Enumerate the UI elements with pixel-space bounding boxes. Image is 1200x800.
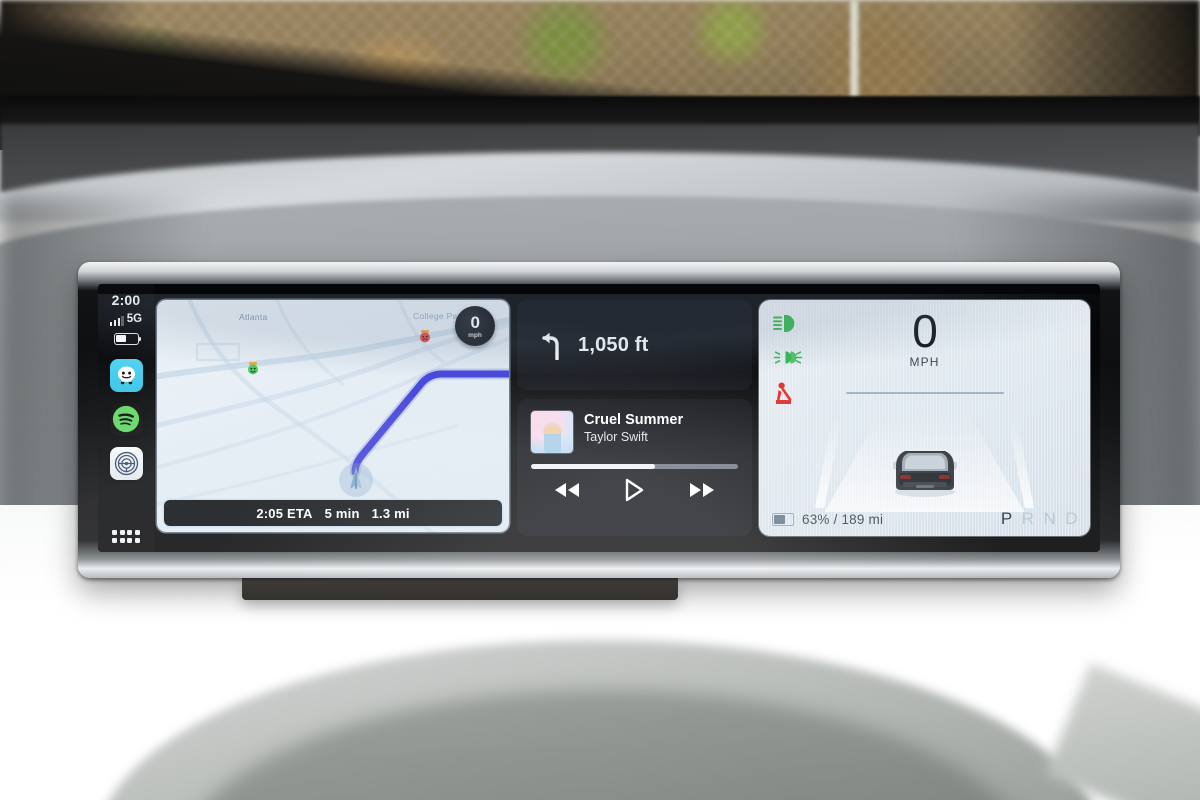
- gear-selector: P R N D: [1001, 509, 1078, 529]
- app-icon-waze[interactable]: [109, 358, 143, 392]
- map-label-city: Atlanta: [239, 312, 268, 322]
- network-status: 5G: [109, 313, 143, 326]
- gear-p[interactable]: P: [1001, 509, 1013, 529]
- turn-left-arrow-icon: [542, 332, 559, 360]
- cluster-battery-fill: [774, 515, 786, 524]
- media-card[interactable]: Cruel Summer Taylor Swift: [517, 399, 752, 536]
- app-icon-dashboard[interactable]: [109, 446, 143, 480]
- app-grid-button[interactable]: [111, 530, 141, 543]
- app-dock: [109, 358, 143, 480]
- cluster-divider: [845, 392, 1004, 394]
- seatbelt-warning-icon: [776, 382, 792, 404]
- battery-fill: [115, 334, 127, 343]
- gear-n[interactable]: N: [1043, 509, 1056, 529]
- map-vehicle-marker: [339, 463, 373, 497]
- battery-icon: [113, 332, 142, 345]
- track-title: Cruel Summer: [584, 412, 684, 428]
- map-speed-value: 0: [470, 312, 480, 332]
- status-sidebar: 2:00 5G: [98, 284, 154, 552]
- playback-progress-bar[interactable]: [531, 464, 738, 469]
- app-icon-spotify[interactable]: [109, 402, 143, 436]
- navigation-map[interactable]: Atlanta College Park 0 mph 2:05 ETA 5 mi…: [157, 300, 509, 532]
- media-now-playing: Cruel Summer Taylor Swift: [531, 411, 738, 453]
- navigation-distance: 1,050 ft: [578, 333, 649, 356]
- track-artist: Taylor Swift: [584, 430, 648, 445]
- fast-forward-button[interactable]: [687, 480, 717, 500]
- speed-value: 0: [912, 305, 938, 357]
- vehicle-render: [892, 451, 957, 497]
- speed-readout: 0 MPH: [759, 305, 1090, 370]
- media-metadata: Cruel Summer Taylor Swift: [584, 411, 683, 446]
- photo-scene: 2:00 5G Atlanta College Park 0 mph 2:05 …: [0, 0, 1200, 800]
- map-marker-mood-red: [420, 330, 430, 343]
- playback-progress-fill: [531, 464, 656, 469]
- clock: 2:00: [111, 292, 141, 308]
- cellular-bars-icon: [109, 316, 124, 326]
- cluster-battery-text: 63% / 189 mi: [802, 512, 884, 527]
- play-button[interactable]: [623, 478, 645, 502]
- cluster-battery: 63% / 189 mi: [772, 512, 883, 527]
- screen: 2:00 5G Atlanta College Park 0 mph 2:05 …: [98, 284, 1100, 552]
- speed-unit: MPH: [909, 355, 940, 370]
- vehicle-accuracy-halo: [339, 463, 373, 497]
- rewind-button[interactable]: [552, 480, 582, 500]
- eta-bar[interactable]: 2:05 ETA 5 min 1.3 mi: [164, 500, 502, 526]
- map-speed-unit: mph: [468, 331, 482, 339]
- gear-r[interactable]: R: [1022, 509, 1035, 529]
- instrument-cluster: 0 MPH 63% / 189 mi P R N D: [759, 300, 1090, 536]
- map-speed-badge: 0 mph: [455, 306, 495, 346]
- cluster-battery-icon: [772, 513, 794, 526]
- album-art-detail-figure: [544, 426, 561, 453]
- eta-arrival: 2:05 ETA: [256, 505, 313, 521]
- media-controls: [531, 478, 738, 502]
- center-column: 1,050 ft Cruel Summer Taylor Swift: [509, 284, 759, 552]
- gear-d[interactable]: D: [1065, 509, 1078, 529]
- display-device: 2:00 5G Atlanta College Park 0 mph 2:05 …: [78, 262, 1120, 578]
- network-label: 5G: [126, 313, 143, 325]
- display-mount: [242, 578, 678, 600]
- navigation-card[interactable]: 1,050 ft: [517, 300, 752, 390]
- album-art: [531, 411, 573, 453]
- eta-distance: 1.3 mi: [371, 505, 410, 521]
- eta-duration: 5 min: [324, 505, 360, 521]
- map-marker-mood-green: [248, 362, 258, 375]
